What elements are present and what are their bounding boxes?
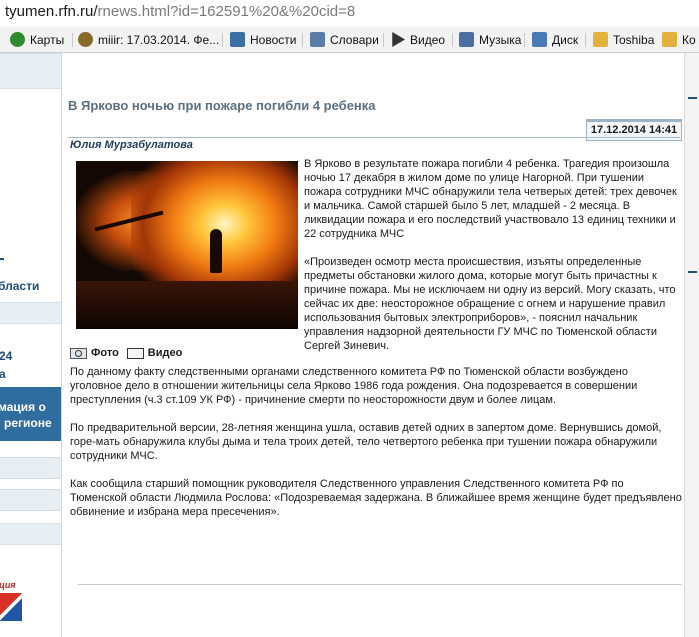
- article-photo[interactable]: [76, 161, 298, 329]
- paragraph: По предварительной версии, 28-летняя жен…: [70, 422, 662, 462]
- bookmark-label: Карты: [30, 32, 65, 47]
- bookmark-separator: [222, 33, 223, 47]
- bookmark-label: Видео: [410, 32, 446, 47]
- bookmark-disk[interactable]: Диск: [532, 30, 578, 49]
- folder-icon: [662, 32, 677, 47]
- bookmark-music[interactable]: Музыка: [459, 30, 521, 49]
- bookmark-separator: [72, 33, 73, 47]
- bookmark-separator: [302, 33, 303, 47]
- media-links: Фото Видео: [70, 347, 182, 359]
- sidebar-link-region[interactable]: бласти: [0, 279, 39, 293]
- article-lead-text: В Ярково в результате пожара погибли 4 р…: [304, 157, 682, 367]
- mail-icon: [532, 32, 547, 47]
- bookmark-toshiba[interactable]: Toshiba: [593, 30, 654, 49]
- sidebar-link-a[interactable]: а: [0, 367, 6, 381]
- bookmark-separator: [383, 33, 384, 47]
- sidebar-info-block[interactable]: [0, 387, 61, 441]
- bookmark-maps[interactable]: Карты: [10, 30, 64, 49]
- bookmark-news[interactable]: Новости: [230, 30, 296, 49]
- article-bottom-divider: [78, 584, 682, 585]
- bookmark-folder[interactable]: Ко: [662, 30, 696, 49]
- bookmark-separator: [524, 33, 525, 47]
- bookmark-label: Новости: [250, 32, 297, 47]
- article-content: В Ярково ночью при пожаре погибли 4 ребе…: [62, 53, 684, 637]
- sidebar-link-24[interactable]: 24: [0, 349, 12, 363]
- paragraph: «Произведен осмотр места происшествия, и…: [304, 256, 676, 352]
- bookmark-label: Ко: [682, 32, 696, 47]
- bookmark-label: Словари: [330, 32, 379, 47]
- video-icon[interactable]: [126, 347, 144, 359]
- title-divider: [68, 137, 680, 138]
- photo-link[interactable]: Фото: [91, 347, 119, 359]
- right-sidebar-edge: [684, 53, 699, 637]
- bookmark-separator: [452, 33, 453, 47]
- news-icon: [230, 32, 245, 47]
- sidebar-marker: [0, 258, 4, 260]
- video-play-icon: [392, 32, 405, 47]
- bookmark-separator: [585, 33, 586, 47]
- sidebar-band: [0, 489, 61, 511]
- video-link[interactable]: Видео: [148, 347, 183, 359]
- url-path: rnews.html?id=162591%20&%20cid=8: [97, 3, 356, 20]
- bookmark-dictionaries[interactable]: Словари: [310, 30, 379, 49]
- photo-firefighter-silhouette: [210, 229, 222, 273]
- sidebar-band: [0, 53, 61, 89]
- article-body-text: По данному факту следственными органами …: [70, 365, 682, 533]
- paragraph: В Ярково в результате пожара погибли 4 р…: [304, 158, 677, 240]
- blog-icon: [78, 32, 93, 47]
- dictionary-icon: [310, 32, 325, 47]
- sidebar-band: [0, 302, 61, 324]
- right-marker: [688, 271, 697, 273]
- article-title: В Ярково ночью при пожаре погибли 4 ребе…: [68, 98, 376, 113]
- right-marker: [688, 97, 697, 99]
- sidebar-logo-text: ция: [0, 580, 16, 590]
- channel-logo-icon[interactable]: [0, 593, 22, 621]
- sidebar-info-line1: мация о: [0, 400, 46, 414]
- bookmark-label: Toshiba: [613, 32, 655, 47]
- address-bar[interactable]: tyumen.rfn.ru/rnews.html?id=162591%20&%2…: [0, 0, 699, 27]
- photo-ground: [76, 281, 298, 329]
- url-text[interactable]: tyumen.rfn.ru/rnews.html?id=162591%20&%2…: [5, 3, 355, 20]
- web-page: бласти 24 а мация о регионе ция В Ярково…: [0, 53, 699, 637]
- article-author: Юлия Мурзабулатова: [70, 139, 193, 151]
- sidebar-info-line2: регионе: [4, 416, 52, 430]
- music-icon: [459, 32, 474, 47]
- bookmark-miiir[interactable]: miiir: 17.03.2014. Фе...: [78, 30, 219, 49]
- paragraph: По данному факту следственными органами …: [70, 366, 638, 406]
- bookmarks-bar: Карты miiir: 17.03.2014. Фе... Новости С…: [0, 27, 699, 53]
- bookmark-label: Диск: [552, 32, 579, 47]
- camera-icon[interactable]: [70, 347, 87, 359]
- maps-icon: [10, 32, 25, 47]
- paragraph: Как сообщила старший помощник руководите…: [70, 478, 682, 518]
- bookmark-label: miiir: 17.03.2014. Фе...: [98, 32, 220, 47]
- left-sidebar: бласти 24 а мация о регионе ция: [0, 53, 61, 637]
- sidebar-band: [0, 457, 61, 479]
- bookmark-video[interactable]: Видео: [390, 30, 445, 49]
- bookmark-label: Музыка: [479, 32, 522, 47]
- folder-icon: [593, 32, 608, 47]
- sidebar-band: [0, 523, 61, 545]
- url-host: tyumen.rfn.ru/: [5, 3, 98, 20]
